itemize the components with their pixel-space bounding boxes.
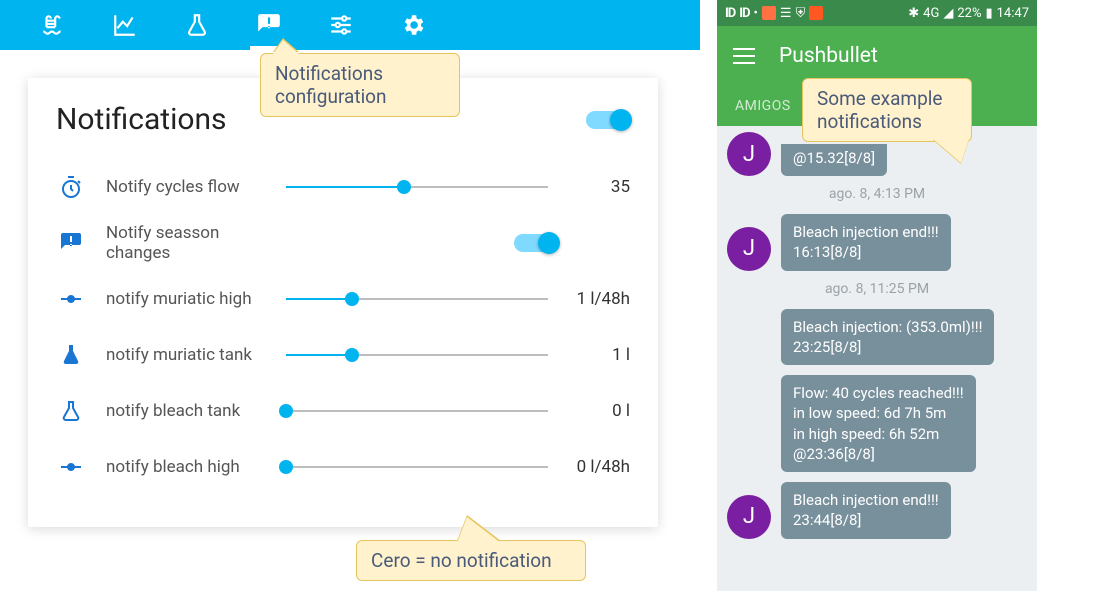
- master-toggle[interactable]: [586, 111, 630, 129]
- chat-bubble: Flow: 40 cycles reached!!!in low speed: …: [781, 375, 976, 472]
- chat-list: J@15.32[8/8]ago. 8, 4:13 PMJBleach injec…: [717, 126, 1037, 539]
- avatar: J: [727, 495, 771, 539]
- callout-config: Notifications configuration: [260, 53, 460, 117]
- status-app-icon: [762, 6, 776, 20]
- page-title: Notifications: [56, 102, 227, 137]
- node-icon: [56, 455, 86, 479]
- row-toggle[interactable]: [514, 234, 558, 252]
- phone-tab-amigos[interactable]: AMIGOS: [735, 98, 791, 114]
- status-app-icon: [809, 6, 823, 20]
- battery-pct: 22%: [957, 6, 981, 21]
- chat-bubble: Bleach injection end!!!16:13[8/8]: [781, 214, 951, 271]
- tab-settings[interactable]: [400, 12, 426, 38]
- alert-icon: [56, 231, 86, 255]
- row-label: notify muriatic tank: [86, 345, 276, 365]
- signal-icon: ◢: [943, 6, 953, 21]
- avatar: J: [727, 132, 771, 176]
- callout-examples-text: Some example notifications: [817, 87, 942, 133]
- callout-examples: Some example notifications: [802, 78, 972, 142]
- node-icon: [56, 287, 86, 311]
- chat-message: JBleach injection end!!!23:44[8/8]: [727, 482, 1027, 539]
- tab-pool[interactable]: [40, 12, 66, 38]
- setting-row: notify bleach tank 0 l: [56, 383, 630, 439]
- row-label: notify bleach tank: [86, 401, 276, 421]
- row-label: Notify seasson changes: [86, 223, 276, 263]
- row-label: Notify cycles flow: [86, 177, 276, 197]
- callout-zero-text: Cero = no notification: [371, 549, 552, 572]
- phone-header: Pushbullet: [717, 26, 1037, 86]
- chat-message: Flow: 40 cycles reached!!!in low speed: …: [727, 375, 1027, 472]
- chat-message: Bleach injection: (353.0ml)!!!23:25[8/8]: [727, 309, 1027, 366]
- setting-row: notify bleach high 0 l/48h: [56, 439, 630, 495]
- flasko-icon: [56, 399, 86, 423]
- tab-chart[interactable]: [112, 12, 138, 38]
- tab-flask[interactable]: [184, 12, 210, 38]
- row-slider[interactable]: [286, 354, 548, 356]
- timer-icon: [56, 175, 86, 199]
- setting-row: Notify seasson changes: [56, 215, 630, 271]
- chat-bubble: @15.32[8/8]: [781, 144, 887, 176]
- chat-bubble: Bleach injection end!!!23:44[8/8]: [781, 482, 951, 539]
- tab-tune[interactable]: [328, 12, 354, 38]
- phone-app-title: Pushbullet: [779, 44, 878, 68]
- setting-row: Notify cycles flow 35: [56, 159, 630, 215]
- row-label: notify muriatic high: [86, 289, 276, 309]
- callout-zero: Cero = no notification: [356, 540, 586, 581]
- tab-bar: [0, 0, 700, 50]
- row-label: notify bleach high: [86, 457, 276, 477]
- row-value: 35: [558, 177, 630, 197]
- hamburger-icon[interactable]: [733, 48, 755, 64]
- avatar: J: [727, 227, 771, 271]
- row-slider[interactable]: [286, 466, 548, 468]
- net-label: 4G: [923, 6, 939, 21]
- battery-icon: ▮: [985, 6, 992, 21]
- row-slider[interactable]: [286, 186, 548, 188]
- row-slider[interactable]: [286, 410, 548, 412]
- chat-message: JBleach injection end!!!16:13[8/8]: [727, 214, 1027, 271]
- callout-config-text: Notifications configuration: [275, 62, 387, 108]
- row-slider[interactable]: [286, 298, 548, 300]
- chat-timestamp: ago. 8, 4:13 PM: [727, 186, 1027, 202]
- row-value: 1 l: [558, 345, 630, 365]
- status-bar: ID ID • ☰ ⛨ ✱ 4G ◢ 22% ▮ 14:47: [717, 0, 1037, 26]
- setting-row: notify muriatic high 1 l/48h: [56, 271, 630, 327]
- tab-notifications[interactable]: [256, 12, 282, 38]
- row-value: 1 l/48h: [558, 289, 630, 309]
- flaskf-icon: [56, 343, 86, 367]
- notifications-card: Notifications Notify cycles flow 35 Noti…: [28, 78, 658, 527]
- chat-bubble: Bleach injection: (353.0ml)!!!23:25[8/8]: [781, 309, 994, 366]
- row-value: 0 l/48h: [558, 457, 630, 477]
- chat-timestamp: ago. 8, 11:25 PM: [727, 281, 1027, 297]
- setting-row: notify muriatic tank 1 l: [56, 327, 630, 383]
- row-value: 0 l: [558, 401, 630, 421]
- bluetooth-icon: ✱: [908, 6, 919, 21]
- status-time: 14:47: [997, 6, 1029, 21]
